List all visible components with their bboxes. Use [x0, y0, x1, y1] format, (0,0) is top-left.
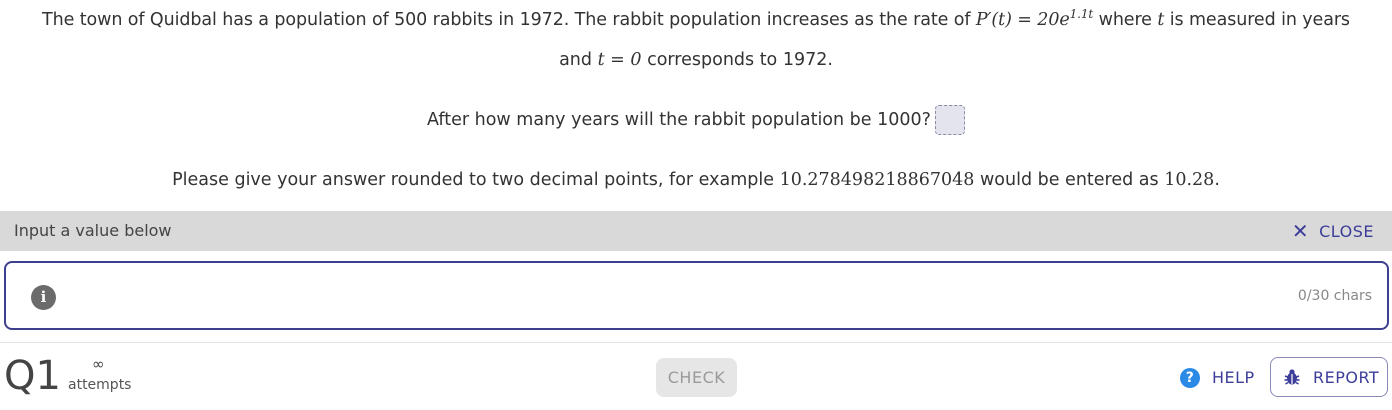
- note-pre: Please give your answer rounded to two d…: [172, 170, 780, 190]
- rounding-note: Please give your answer rounded to two d…: [0, 166, 1392, 194]
- line2-pre: and: [559, 50, 598, 70]
- help-label: HELP: [1212, 368, 1255, 387]
- help-button[interactable]: ? HELP: [1180, 358, 1255, 397]
- formula-lhs: P′(t) = 20e: [975, 10, 1070, 30]
- input-panel-label: Input a value below: [14, 221, 172, 240]
- note-example-in: 10.278498218867048: [779, 170, 975, 190]
- question-text-part1: The town of Quidbal has a population of …: [42, 10, 976, 30]
- char-count: 0/30 chars: [1297, 288, 1372, 304]
- close-label: CLOSE: [1319, 221, 1374, 241]
- line2-math: t = 0: [597, 50, 642, 70]
- input-panel-header: Input a value below ✕ CLOSE: [0, 211, 1392, 251]
- infinity-icon: ∞: [92, 355, 105, 373]
- question-text-part3: is measured in years: [1164, 10, 1350, 30]
- line2-post: corresponds to 1972.: [641, 50, 833, 70]
- note-mid: would be entered as: [974, 170, 1165, 190]
- question-prompt: After how many years will the rabbit pop…: [0, 105, 1392, 135]
- formula-exponent: 1.1t: [1069, 7, 1094, 21]
- report-label: REPORT: [1313, 367, 1380, 387]
- footer-divider: [0, 342, 1392, 343]
- question-text-line1: The town of Quidbal has a population of …: [0, 6, 1392, 34]
- attempts-label: attempts: [68, 377, 132, 393]
- question-text-part2: where: [1093, 10, 1158, 30]
- help-icon: ?: [1180, 367, 1200, 388]
- question-number: Q1: [4, 353, 61, 399]
- close-button[interactable]: ✕ CLOSE: [1292, 211, 1374, 251]
- close-icon: ✕: [1291, 219, 1310, 243]
- report-button[interactable]: REPORT: [1270, 357, 1388, 397]
- answer-blank[interactable]: [934, 105, 965, 135]
- answer-input-field[interactable]: i 0/30 chars: [4, 261, 1389, 330]
- question-ask: After how many years will the rabbit pop…: [427, 110, 931, 130]
- note-post: .: [1214, 170, 1220, 190]
- info-icon[interactable]: i: [31, 285, 56, 310]
- note-example-out: 10.28: [1164, 170, 1215, 190]
- question-text-line2: and t = 0 corresponds to 1972.: [0, 46, 1392, 74]
- check-button[interactable]: CHECK: [656, 358, 737, 397]
- bug-icon: [1284, 369, 1300, 385]
